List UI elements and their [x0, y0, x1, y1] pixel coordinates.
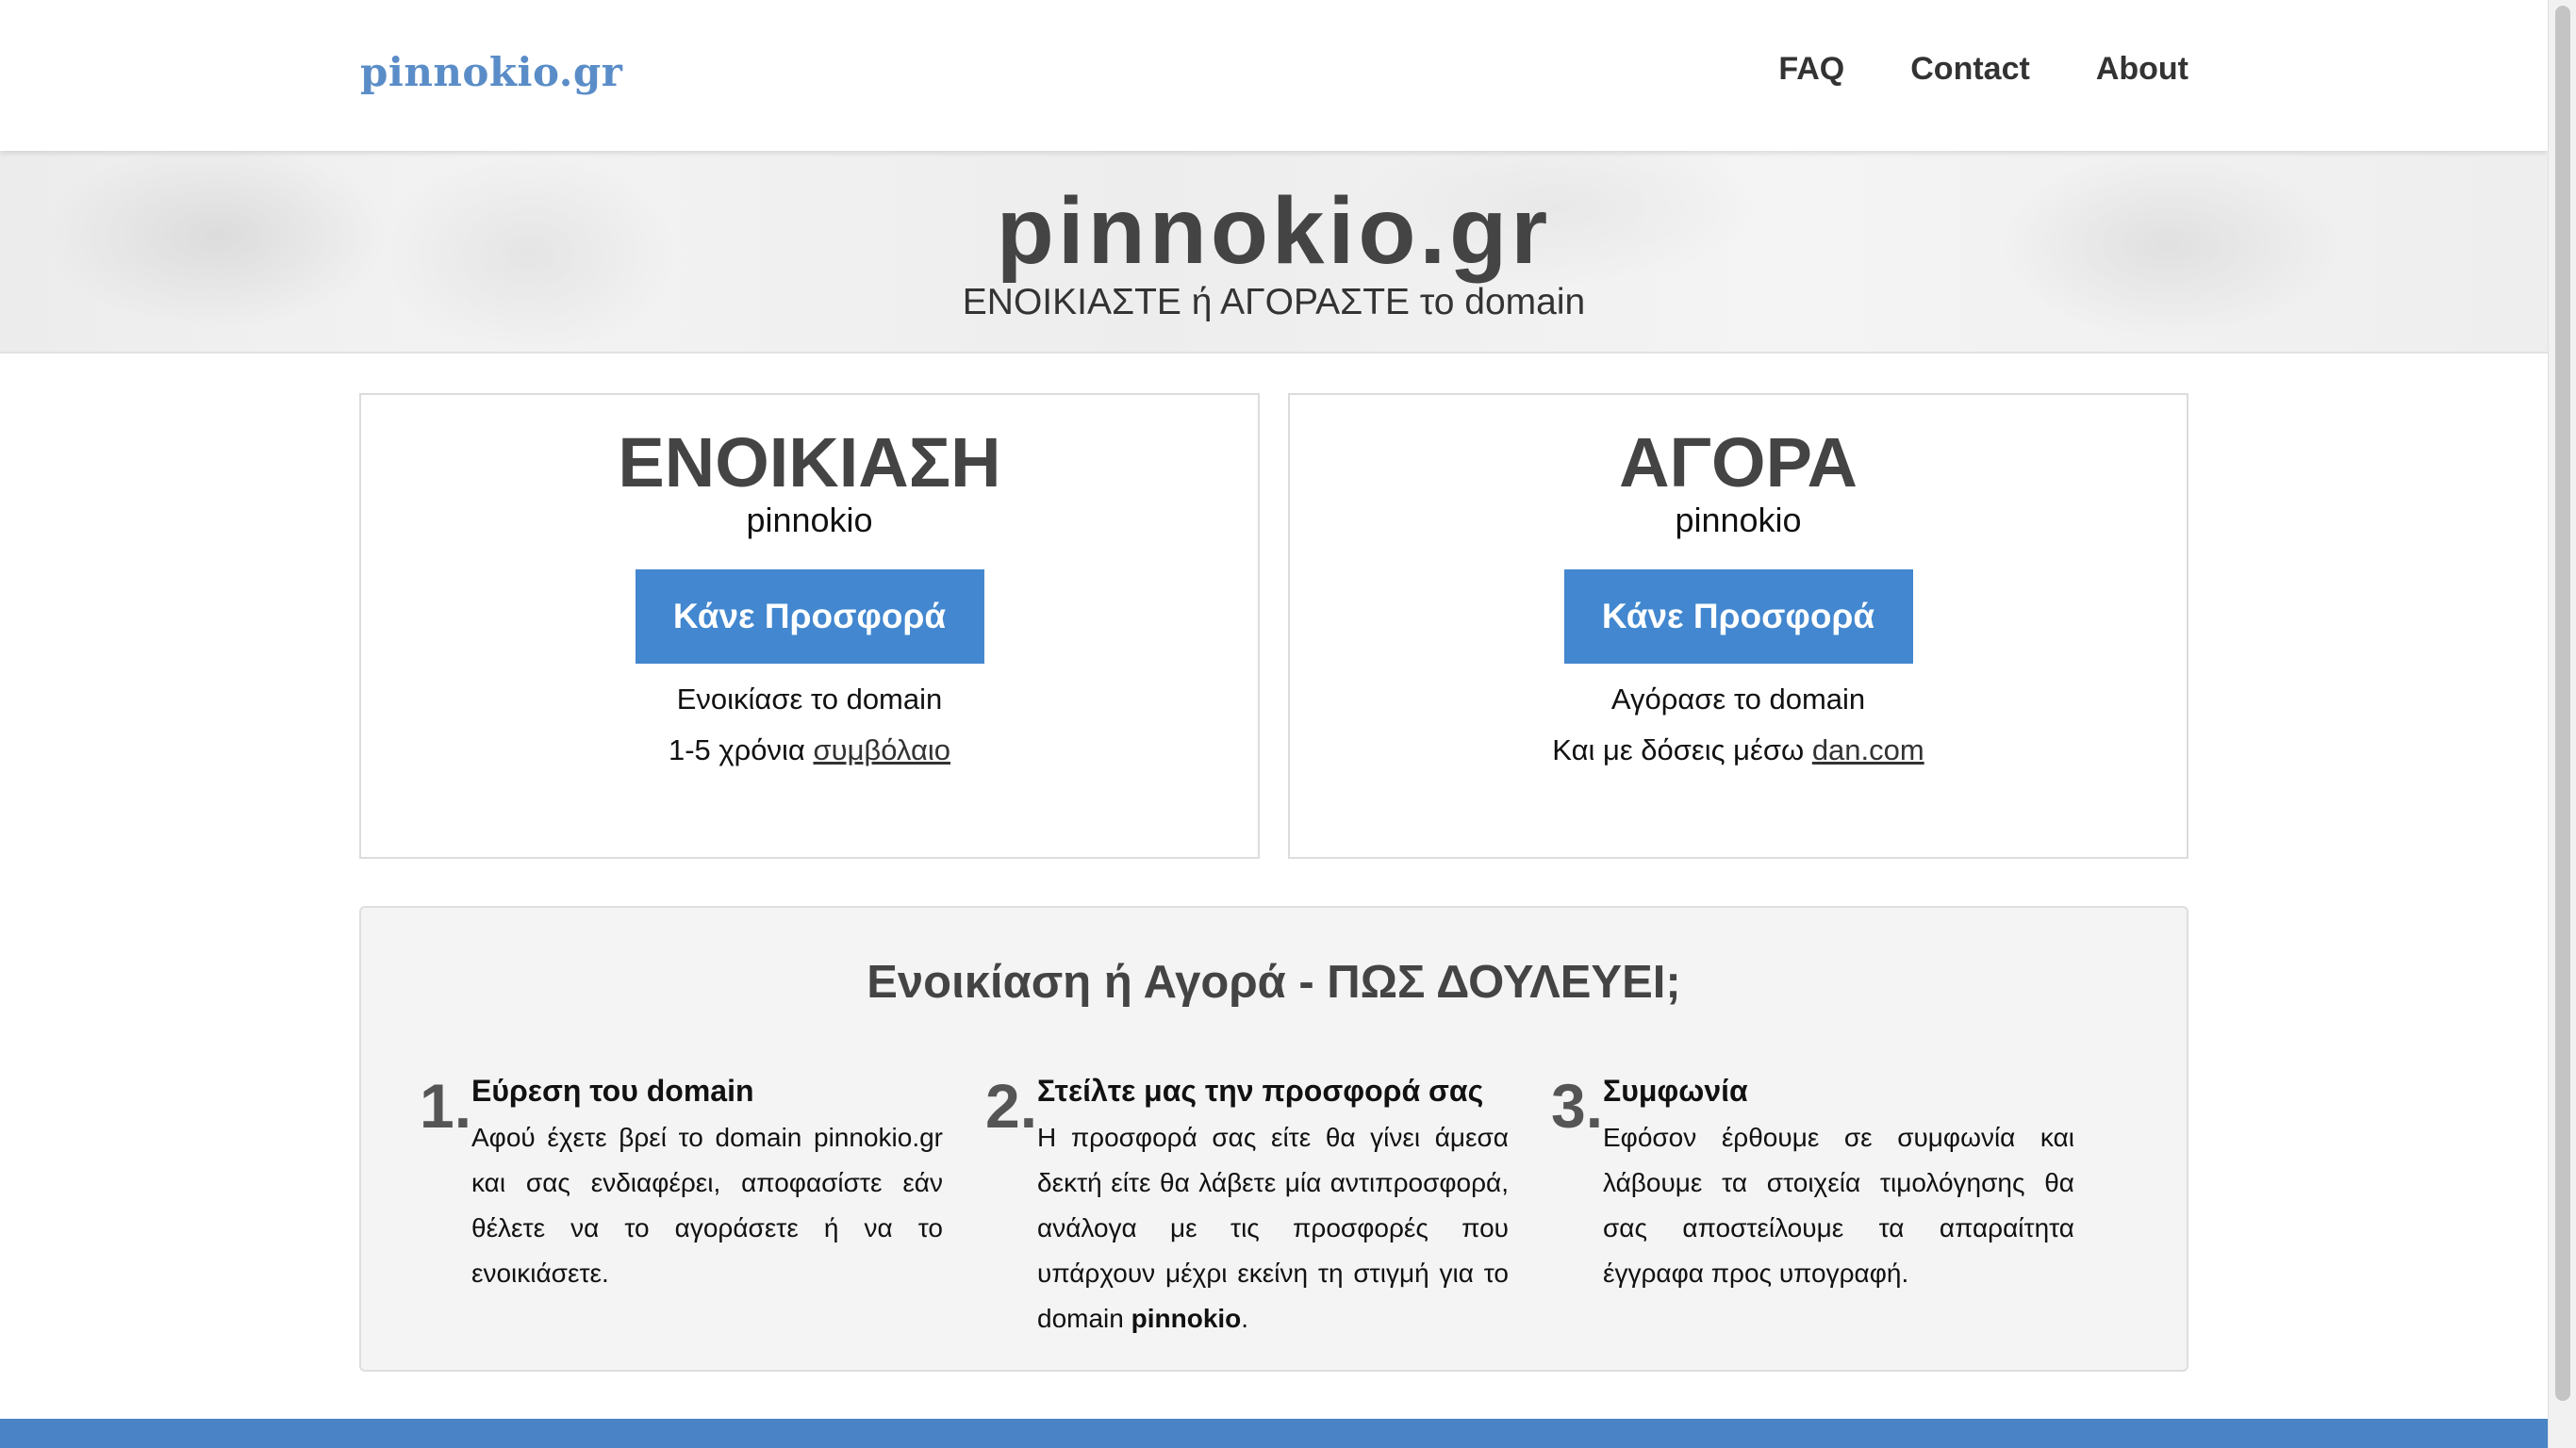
brand-logo[interactable]: pinnokio.gr: [360, 49, 622, 95]
site-header: pinnokio.gr FAQ Contact About: [0, 0, 2548, 151]
step-heading: Συμφωνία: [1603, 1074, 1748, 1108]
step-heading: Εύρεση του domain: [471, 1074, 754, 1108]
rent-card: ΕΝΟΙΚΙΑΣΗ pinnokio Κάνε Προσφορά Ενοικία…: [359, 393, 1260, 859]
step-text: Αφού έχετε βρεί το domain pinnokio.gr κα…: [471, 1123, 943, 1288]
rent-offer-button[interactable]: Κάνε Προσφορά: [635, 569, 984, 664]
step-text-end: .: [1241, 1304, 1249, 1333]
buy-card: ΑΓΟΡΑ pinnokio Κάνε Προσφορά Αγόρασε το …: [1288, 393, 2188, 859]
scrollbar-thumb[interactable]: [2555, 6, 2570, 1401]
hero-subtitle: ΕΝΟΙΚΙΑΣΤΕ ή ΑΓΟΡΑΣΤΕ το domain: [962, 282, 1586, 322]
rent-domain-name: pinnokio: [746, 501, 873, 539]
step-text: Εφόσον έρθουμε σε συμφωνία και λάβουμε τ…: [1603, 1123, 2074, 1288]
page-scrollbar[interactable]: [2548, 0, 2576, 1448]
buy-title: ΑΓΟΡΑ: [1619, 423, 1858, 502]
site-footer: [0, 1419, 2548, 1448]
step-number: 3.: [1551, 1071, 1604, 1141]
rent-contract-prefix: 1-5 χρόνια: [668, 733, 805, 766]
hero-banner: pinnokio.gr ΕΝΟΙΚΙΑΣΤΕ ή ΑΓΟΡΑΣΤΕ το dom…: [0, 151, 2548, 354]
rent-contract-line: 1-5 χρόνια συμβόλαιο: [361, 732, 1258, 768]
top-nav: FAQ Contact About: [1778, 51, 2188, 88]
nav-faq-link[interactable]: FAQ: [1778, 51, 1844, 88]
step-heading: Στείλτε μας την προσφορά σας: [1037, 1074, 1484, 1108]
step-text: Η προσφορά σας είτε θα γίνει άμεσα δεκτή…: [1037, 1115, 1509, 1341]
step-text-domain: pinnokio: [1131, 1304, 1242, 1333]
rent-description: Ενοικίασε το domain: [676, 683, 943, 716]
hero-title: pinnokio.gr: [996, 178, 1552, 284]
contract-link[interactable]: συμβόλαιο: [813, 733, 950, 766]
how-it-works-section: Ενοικίαση ή Αγορά - ΠΩΣ ΔΟΥΛΕΥΕΙ; 1. Εύρ…: [359, 906, 2188, 1372]
step-text-main: Η προσφορά σας είτε θα γίνει άμεσα δεκτή…: [1037, 1123, 1509, 1333]
dan-com-link[interactable]: dan.com: [1812, 733, 1924, 766]
step-number: 2.: [985, 1071, 1038, 1141]
buy-description: Αγόρασε το domain: [1610, 683, 1866, 716]
buy-domain-name: pinnokio: [1675, 501, 1802, 539]
how-it-works-title: Ενοικίαση ή Αγορά - ΠΩΣ ΔΟΥΛΕΥΕΙ;: [867, 957, 1681, 1008]
buy-installments-prefix: Και με δόσεις μέσω: [1552, 733, 1805, 766]
buy-installments-line: Και με δόσεις μέσω dan.com: [1290, 732, 2187, 768]
rent-title: ΕΝΟΙΚΙΑΣΗ: [618, 423, 1001, 502]
buy-offer-button[interactable]: Κάνε Προσφορά: [1563, 569, 1913, 664]
nav-contact-link[interactable]: Contact: [1910, 51, 2030, 88]
step-number: 1.: [420, 1071, 472, 1141]
nav-about-link[interactable]: About: [2096, 51, 2188, 88]
